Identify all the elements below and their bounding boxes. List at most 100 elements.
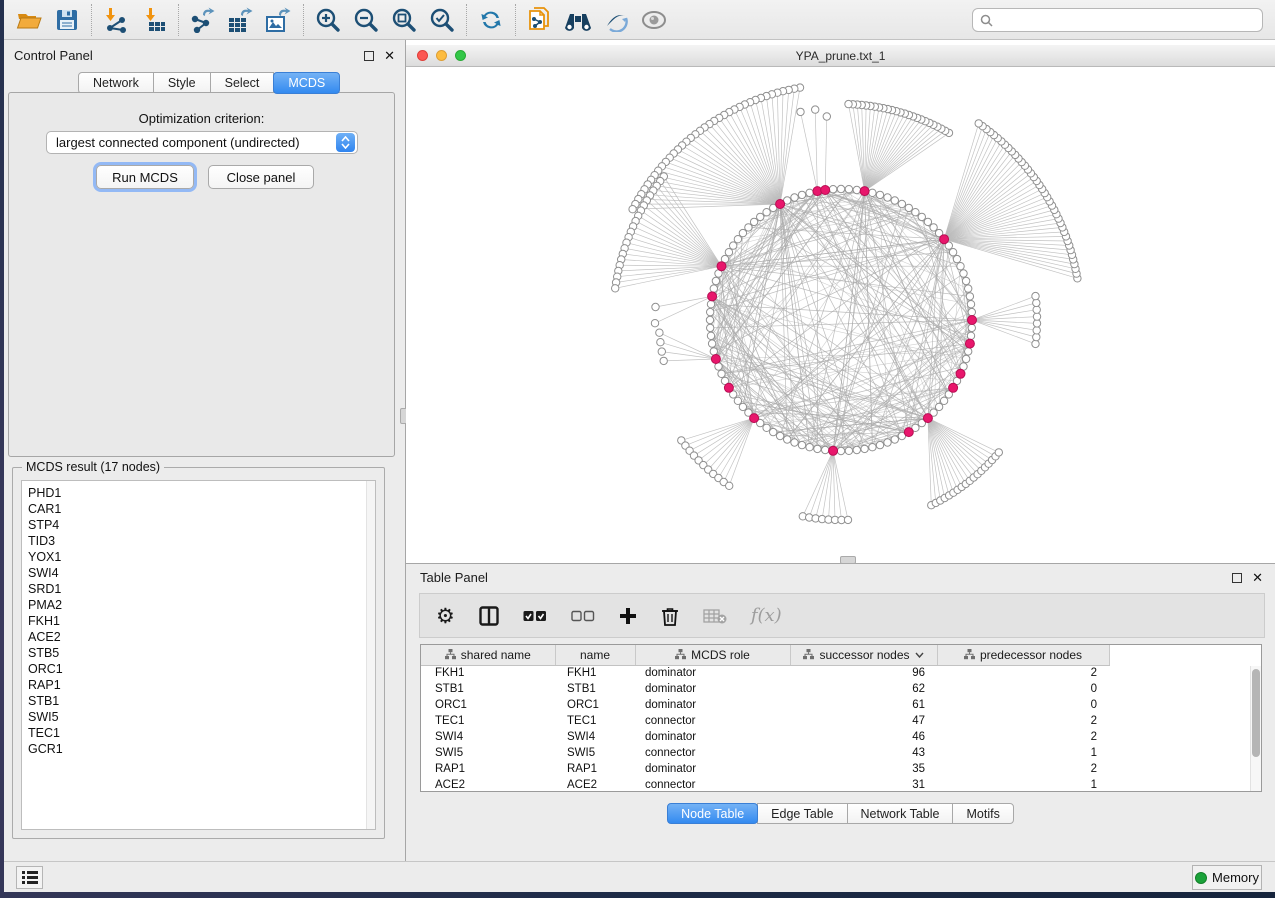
table-row[interactable]: RAP1 RAP1 dominator 35 2 <box>421 761 1110 777</box>
column-header-name[interactable]: name <box>555 645 635 665</box>
refresh-icon <box>478 7 504 33</box>
mcds-result-item[interactable]: YOX1 <box>28 549 375 565</box>
table-tabs: Node TableEdge TableNetwork TableMotifs <box>406 803 1275 824</box>
column-header-predecessor-nodes[interactable]: predecessor nodes <box>937 645 1109 665</box>
mcds-result-item[interactable]: TEC1 <box>28 725 375 741</box>
tab-edge-table[interactable]: Edge Table <box>757 803 847 824</box>
save-session-button[interactable] <box>48 3 86 37</box>
add-column-button[interactable] <box>619 607 637 625</box>
binoculars-icon <box>563 8 593 32</box>
tab-select[interactable]: Select <box>210 72 275 94</box>
tab-node-table[interactable]: Node Table <box>667 803 758 824</box>
mcds-result-item[interactable]: PHD1 <box>28 485 375 501</box>
function-builder-button[interactable]: f(x) <box>751 605 782 626</box>
node-table[interactable]: shared namenameMCDS rolesuccessor nodesp… <box>420 644 1262 792</box>
fx-icon: f(x) <box>751 605 782 626</box>
result-list-scrollbar[interactable] <box>366 481 375 829</box>
task-history-button[interactable] <box>16 866 43 889</box>
run-mcds-button[interactable]: Run MCDS <box>96 165 194 189</box>
zoom-out-button[interactable] <box>347 3 385 37</box>
hide-selected-button[interactable] <box>597 3 635 37</box>
mcds-result-item[interactable]: SWI4 <box>28 565 375 581</box>
mcds-result-item[interactable]: GCR1 <box>28 741 375 757</box>
search-input[interactable] <box>998 13 1262 27</box>
table-scrollbar-thumb[interactable] <box>1252 669 1260 757</box>
mcds-result-item[interactable]: ORC1 <box>28 661 375 677</box>
status-bar: Memory <box>4 861 1275 892</box>
delete-column-button[interactable] <box>661 606 679 626</box>
zoom-selected-icon <box>429 7 455 33</box>
horizontal-splitter-handle[interactable] <box>840 556 856 564</box>
close-panel-button[interactable]: Close panel <box>208 165 314 189</box>
mcds-result-item[interactable]: CAR1 <box>28 501 375 517</box>
export-network-button[interactable] <box>184 3 222 37</box>
network-view-panel: YPA_prune.txt_1 <box>406 40 1275 563</box>
mcds-result-item[interactable]: SRD1 <box>28 581 375 597</box>
mcds-result-list[interactable]: PHD1CAR1STP4TID3YOX1SWI4SRD1PMA2FKH1ACE2… <box>21 480 376 830</box>
gear-icon: ⚙ <box>436 606 455 626</box>
zoom-in-button[interactable] <box>309 3 347 37</box>
search-box[interactable] <box>972 8 1263 32</box>
table-row[interactable]: ORC1 ORC1 dominator 61 0 <box>421 697 1110 713</box>
column-header-shared-name[interactable]: shared name <box>421 645 555 665</box>
mcds-result-item[interactable]: STB5 <box>28 645 375 661</box>
network-canvas[interactable] <box>406 67 1275 563</box>
open-file-button[interactable] <box>10 3 48 37</box>
table-row[interactable]: STB1 STB1 dominator 62 0 <box>421 681 1110 697</box>
select-all-button[interactable] <box>523 610 547 622</box>
criterion-select[interactable]: largest connected component (undirected) <box>46 131 358 154</box>
mcds-tab-content: Optimization criterion: largest connecte… <box>8 92 395 457</box>
refresh-button[interactable] <box>472 3 510 37</box>
mcds-result-item[interactable]: STP4 <box>28 517 375 533</box>
export-table-button[interactable] <box>222 3 260 37</box>
zoom-selected-button[interactable] <box>423 3 461 37</box>
table-panel: Table Panel ✕ ⚙ <box>406 563 1275 861</box>
show-columns-button[interactable] <box>479 606 499 626</box>
delete-table-button[interactable] <box>703 608 727 624</box>
mcds-result-item[interactable]: SWI5 <box>28 709 375 725</box>
zoom-fit-button[interactable] <box>385 3 423 37</box>
tab-motifs[interactable]: Motifs <box>952 803 1013 824</box>
tab-style[interactable]: Style <box>153 72 211 94</box>
mcds-result-item[interactable]: ACE2 <box>28 629 375 645</box>
tab-network[interactable]: Network <box>78 72 154 94</box>
import-network-button[interactable] <box>97 3 135 37</box>
import-table-button[interactable] <box>135 3 173 37</box>
close-table-panel-icon[interactable]: ✕ <box>1252 573 1263 583</box>
table-row[interactable]: SWI5 SWI5 connector 43 1 <box>421 745 1110 761</box>
new-network-from-selection-button[interactable] <box>521 3 559 37</box>
deselect-all-button[interactable] <box>571 610 595 622</box>
column-type-icon <box>964 649 975 660</box>
eye-icon <box>640 9 668 31</box>
mcds-result-item[interactable]: RAP1 <box>28 677 375 693</box>
table-row[interactable]: FKH1 FKH1 dominator 96 2 <box>421 665 1110 681</box>
toolbar-separator <box>91 4 92 36</box>
zoom-out-icon <box>353 7 379 33</box>
mcds-result-item[interactable]: STB1 <box>28 693 375 709</box>
first-neighbors-button[interactable] <box>559 3 597 37</box>
network-graph[interactable] <box>406 67 1275 563</box>
table-row[interactable]: SWI4 SWI4 dominator 46 2 <box>421 729 1110 745</box>
column-header-successor-nodes[interactable]: successor nodes <box>790 645 937 665</box>
memory-button[interactable]: Memory <box>1192 865 1262 890</box>
float-table-panel-icon[interactable] <box>1232 573 1242 583</box>
mcds-result-item[interactable]: FKH1 <box>28 613 375 629</box>
float-panel-icon[interactable] <box>364 51 374 61</box>
table-settings-button[interactable]: ⚙ <box>436 606 455 626</box>
column-header-MCDS-role[interactable]: MCDS role <box>635 645 790 665</box>
delete-table-icon <box>703 608 727 624</box>
table-row[interactable]: ACE2 ACE2 connector 31 1 <box>421 777 1110 792</box>
close-panel-icon[interactable]: ✕ <box>384 51 395 61</box>
mcds-result-group: MCDS result (17 nodes) PHD1CAR1STP4TID3Y… <box>12 467 385 839</box>
export-image-button[interactable] <box>260 3 298 37</box>
tab-network-table[interactable]: Network Table <box>847 803 954 824</box>
mcds-result-item[interactable]: TID3 <box>28 533 375 549</box>
table-scrollbar[interactable] <box>1250 666 1261 791</box>
graphics-details-button[interactable] <box>635 3 673 37</box>
table-row[interactable]: TEC1 TEC1 connector 47 2 <box>421 713 1110 729</box>
open-folder-icon <box>16 8 43 32</box>
mcds-result-item[interactable]: PMA2 <box>28 597 375 613</box>
tab-mcds[interactable]: MCDS <box>273 72 340 94</box>
toolbar-separator <box>466 4 467 36</box>
sort-desc-icon <box>915 652 924 658</box>
